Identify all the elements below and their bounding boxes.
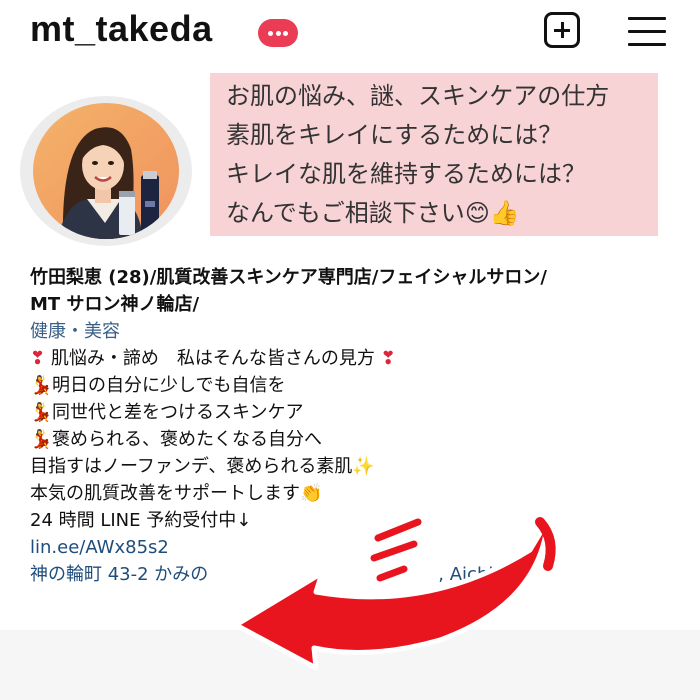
red-curved-arrow-icon bbox=[233, 517, 556, 671]
